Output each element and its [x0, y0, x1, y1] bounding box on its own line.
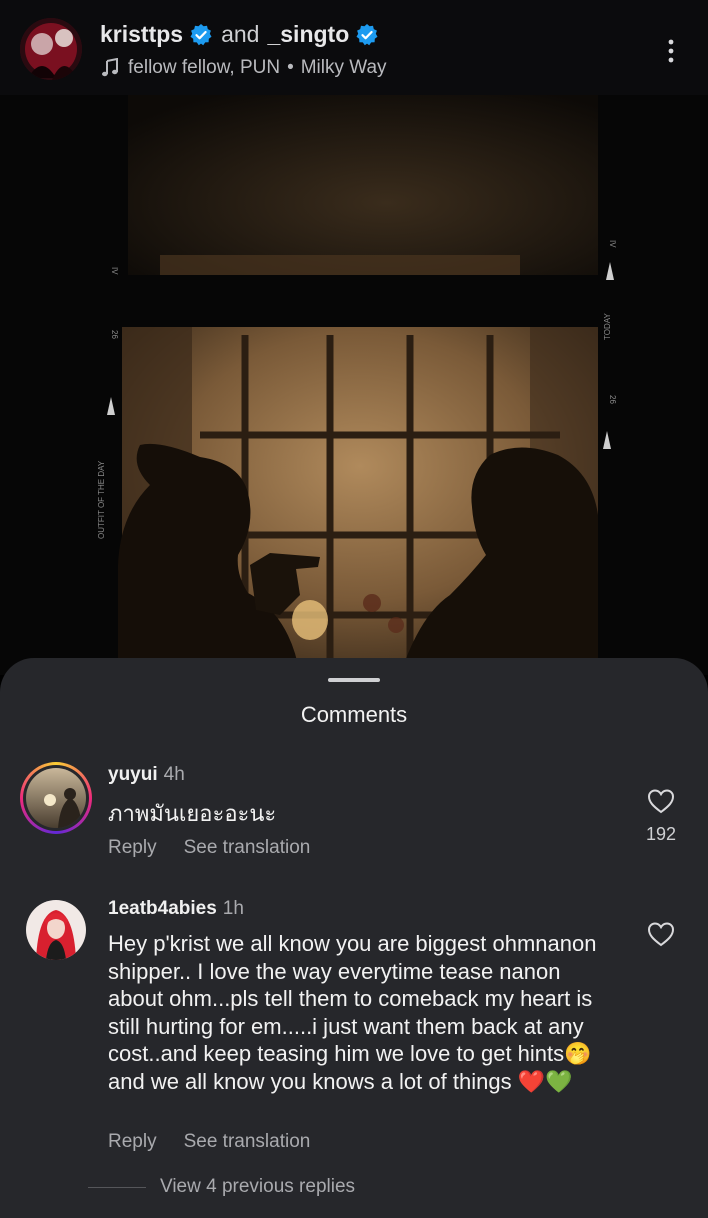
avatar-image — [26, 768, 86, 828]
film-text-right-top: IV — [608, 240, 617, 248]
post-header: kristtps and _singto fellow fellow, PUN … — [0, 0, 708, 95]
comment-actions: Reply See translation — [108, 837, 337, 859]
film-text-left-top: IV — [110, 267, 119, 275]
like-count: 192 — [645, 824, 677, 844]
author-avatar-image — [20, 18, 82, 80]
see-translation-button[interactable]: See translation — [184, 1131, 311, 1152]
film-frame-photo: IV 26 OUTFIT OF THE DAY IV TODAY 26 — [0, 95, 708, 675]
film-text-right-bottom: 26 — [608, 395, 617, 404]
username-text[interactable]: 1eatb4abies — [108, 898, 217, 919]
view-previous-replies[interactable]: View 4 previous replies — [160, 1176, 355, 1198]
like-heart-icon[interactable] — [647, 921, 675, 947]
music-note-icon — [102, 58, 118, 77]
username-text[interactable]: yuyui — [108, 764, 158, 785]
author-username-1[interactable]: kristtps — [100, 21, 183, 48]
comment-text: ภาพมันเยอะอะนะ — [108, 801, 277, 826]
author-username-2[interactable]: _singto — [267, 21, 349, 48]
comments-title: Comments — [300, 702, 408, 727]
more-options-icon[interactable] — [660, 36, 682, 66]
drag-handle[interactable] — [328, 678, 380, 682]
story-ring[interactable] — [20, 762, 92, 834]
comment-text: Hey p'krist we all know you are biggest … — [108, 931, 597, 1094]
verified-badge-icon — [190, 23, 212, 45]
replies-divider — [88, 1187, 146, 1188]
avatar-image — [26, 900, 86, 960]
post-authors: kristtps and _singto — [100, 21, 379, 48]
audio-song: Milky Way — [300, 57, 387, 78]
film-text-right-mid: TODAY — [603, 313, 612, 340]
audio-attribution[interactable]: fellow fellow, PUN • Milky Way — [100, 57, 387, 79]
film-text-left-bottom: OUTFIT OF THE DAY — [97, 460, 106, 539]
comment-username[interactable]: 1eatb4abies 1h — [108, 898, 244, 920]
reply-button[interactable]: Reply — [108, 837, 157, 858]
reply-button[interactable]: Reply — [108, 1131, 157, 1152]
comment-username[interactable]: yuyui 4h — [108, 764, 185, 786]
see-translation-button[interactable]: See translation — [184, 837, 311, 858]
verified-badge-icon — [356, 23, 378, 45]
audio-artist: fellow fellow, PUN — [128, 57, 281, 78]
post-image[interactable]: IV 26 OUTFIT OF THE DAY IV TODAY 26 — [0, 95, 708, 675]
comment-actions: Reply See translation — [108, 1131, 337, 1153]
like-heart-icon[interactable] — [647, 788, 675, 814]
comment-time: 4h — [163, 764, 185, 785]
comment-time: 1h — [222, 898, 244, 919]
commenter-avatar[interactable] — [26, 900, 86, 960]
and-conjunction: and — [221, 21, 260, 47]
separator-dot: • — [287, 57, 294, 78]
commenter-avatar — [26, 768, 86, 828]
author-avatar[interactable] — [20, 18, 82, 80]
film-text-left-mid: 26 — [110, 330, 119, 339]
